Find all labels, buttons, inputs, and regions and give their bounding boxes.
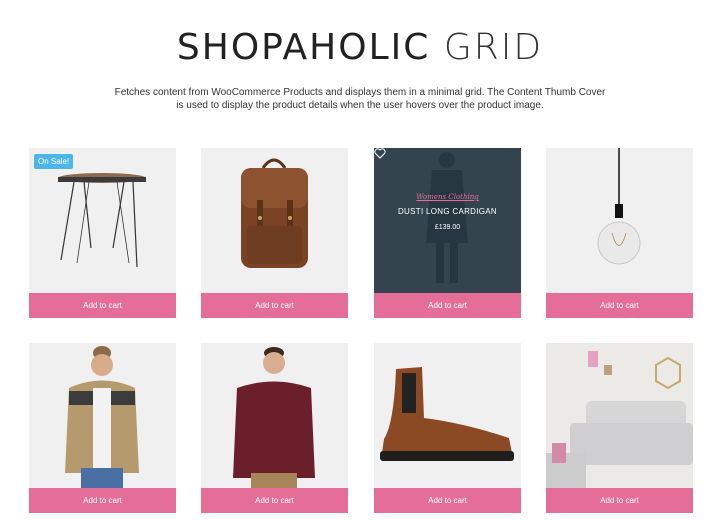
- product-image-leather-backpack[interactable]: [201, 148, 348, 293]
- product-grid: On Sale! Add to cart Add to cart Womens …: [0, 0, 720, 520]
- product-card[interactable]: Add to cart: [29, 343, 176, 513]
- product-image-bedroom[interactable]: [546, 343, 693, 488]
- pendant-bulb-image: [597, 148, 641, 265]
- add-to-cart-button[interactable]: Add to cart: [546, 293, 693, 318]
- side-table-image: [58, 173, 146, 268]
- add-to-cart-button[interactable]: Add to cart: [201, 488, 348, 513]
- product-name[interactable]: DUSTI LONG CARDIGAN: [374, 207, 521, 216]
- heart-icon[interactable]: [374, 148, 386, 159]
- product-category-link[interactable]: Womens Clothing: [374, 193, 521, 201]
- man-jacket-image: [65, 346, 139, 488]
- product-image-man-sweater[interactable]: [201, 343, 348, 488]
- add-to-cart-button[interactable]: Add to cart: [374, 293, 521, 318]
- add-to-cart-button[interactable]: Add to cart: [374, 488, 521, 513]
- product-card[interactable]: On Sale! Add to cart: [29, 148, 176, 318]
- product-image-chelsea-boot[interactable]: [374, 343, 521, 488]
- product-card[interactable]: Add to cart: [201, 343, 348, 513]
- product-price: £139.00: [434, 224, 461, 231]
- chelsea-boot-image: [380, 367, 514, 461]
- product-card[interactable]: Add to cart: [546, 148, 693, 318]
- product-image-woman-cardigan[interactable]: Womens Clothing DUSTI LONG CARDIGAN £139…: [374, 148, 521, 293]
- product-image-side-table[interactable]: On Sale!: [29, 148, 176, 293]
- add-to-cart-button[interactable]: Add to cart: [546, 488, 693, 513]
- product-card[interactable]: Add to cart: [201, 148, 348, 318]
- product-card[interactable]: Add to cart: [374, 343, 521, 513]
- product-hover-overlay[interactable]: [374, 148, 521, 293]
- product-image-pendant-bulb[interactable]: [546, 148, 693, 293]
- add-to-cart-button[interactable]: Add to cart: [29, 488, 176, 513]
- man-sweater-image: [233, 347, 315, 488]
- product-card[interactable]: Womens Clothing DUSTI LONG CARDIGAN £139…: [374, 148, 521, 318]
- product-image-man-jacket[interactable]: [29, 343, 176, 488]
- product-card[interactable]: Add to cart: [546, 343, 693, 513]
- backpack-image: [241, 158, 308, 268]
- on-sale-badge: On Sale!: [34, 154, 74, 169]
- add-to-cart-button[interactable]: Add to cart: [201, 293, 348, 318]
- add-to-cart-button[interactable]: Add to cart: [29, 293, 176, 318]
- bedroom-image: [546, 343, 693, 488]
